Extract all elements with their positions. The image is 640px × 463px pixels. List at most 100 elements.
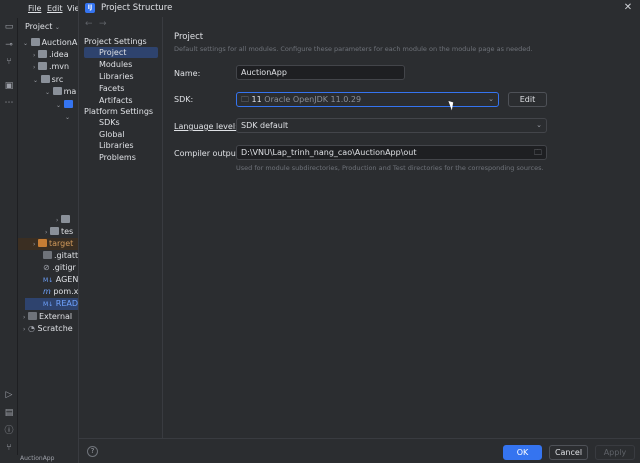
maven-icon: m	[43, 287, 51, 296]
nav-item-global-libraries[interactable]: Global Libraries	[84, 129, 158, 150]
tree-label: AuctionA	[41, 38, 78, 47]
folder-icon	[49, 227, 59, 235]
sdk-combobox[interactable]: 🗀 11 Oracle OpenJDK 11.0.29 ⌄	[236, 92, 499, 107]
folder-icon	[30, 38, 40, 46]
nav-item-libraries[interactable]: Libraries	[84, 71, 158, 82]
folder-icon	[37, 50, 47, 58]
folder-icon	[52, 87, 62, 95]
ok-button[interactable]: OK	[503, 445, 542, 460]
structure-tool-icon[interactable]: ▣	[4, 81, 14, 91]
markdown-icon: M↓	[43, 277, 54, 284]
tree-row-sub[interactable]: ⌄	[65, 111, 78, 123]
language-level-combobox[interactable]: SDK default ⌄	[236, 118, 547, 133]
project-structure-dialog: IJ Project Structure ✕ ← → Project Setti…	[78, 0, 640, 463]
tree-label: .idea	[48, 50, 69, 59]
tree-row-test[interactable]: › tes	[45, 226, 78, 238]
folder-icon: 🗀	[241, 95, 249, 104]
nav-item-artifacts[interactable]: Artifacts	[84, 95, 158, 106]
chevron-right-icon: ›	[33, 52, 36, 59]
tree-row-pom[interactable]: m pom.x	[43, 286, 78, 298]
chevron-down-icon: ⌄	[45, 89, 51, 96]
chevron-down-icon: ⌄	[33, 77, 39, 84]
tree-label: tes	[60, 227, 74, 236]
tree-row-mvn[interactable]: › .mvn	[33, 61, 78, 73]
status-bar-project[interactable]: AuctionApp	[20, 455, 54, 462]
language-level-value: SDK default	[241, 121, 289, 130]
section-title: Project	[174, 32, 204, 42]
pull-requests-icon[interactable]: ⑂	[4, 57, 14, 67]
chevron-right-icon: ›	[33, 64, 36, 71]
section-description: Default settings for all modules. Config…	[174, 45, 533, 53]
nav-item-problems[interactable]: Problems	[84, 152, 158, 163]
tree-label: Scratche	[37, 324, 73, 333]
close-icon[interactable]: ✕	[621, 1, 635, 15]
menu-edit[interactable]: Edit	[47, 4, 63, 13]
language-level-label: Language level:	[174, 122, 238, 131]
tree-row-gitattributes[interactable]: .gitatt	[43, 250, 78, 262]
tree-label: AGEN	[55, 275, 78, 284]
tree-row-target[interactable]: › target	[18, 238, 78, 250]
tree-label: pom.x	[53, 287, 78, 296]
ide-tool-strip: IJ ▭ ⊸ ⑂ ▣ ⋯ ▷ ▤ ⓘ ⑂	[0, 0, 18, 463]
chevron-down-icon: ⌄	[536, 121, 542, 129]
tree-row-gitignore[interactable]: ⊘ .gitigr	[43, 262, 78, 274]
more-tools-icon[interactable]: ⋯	[4, 98, 14, 108]
nav-item-modules[interactable]: Modules	[84, 59, 158, 70]
git-tool-icon[interactable]: ⑂	[4, 443, 14, 453]
scratch-icon: ◔	[27, 324, 35, 333]
chevron-right-icon: ›	[56, 217, 59, 224]
sdk-edit-button[interactable]: Edit	[508, 92, 547, 107]
tree-row-agents[interactable]: M↓ AGEN	[43, 274, 78, 286]
dialog-titlebar[interactable]: IJ Project Structure ✕	[79, 0, 640, 17]
tree-row-scratches[interactable]: › ◔ Scratche	[23, 323, 78, 335]
tree-row-main[interactable]: ⌄ ma	[45, 86, 78, 98]
chevron-right-icon: ›	[33, 241, 36, 248]
menu-file[interactable]: File	[28, 4, 41, 13]
terminal-tool-icon[interactable]: ▤	[4, 408, 14, 418]
project-tool-icon[interactable]: ▭	[4, 22, 14, 32]
project-selector-label: Project	[25, 22, 53, 31]
nav-item-sdks[interactable]: SDKs	[84, 117, 158, 128]
project-settings-header: Project Settings	[84, 37, 147, 46]
project-settings-panel: Project Default settings for all modules…	[164, 17, 640, 438]
back-arrow-icon[interactable]: ←	[85, 19, 93, 29]
settings-nav: ← → Project Settings Project Modules Lib…	[79, 17, 163, 438]
nav-item-project[interactable]: Project	[84, 47, 158, 58]
sdk-name: Oracle OpenJDK 11.0.29	[264, 95, 362, 104]
tree-label: .mvn	[48, 62, 70, 71]
tree-label: READ	[55, 299, 78, 308]
chevron-down-icon: ⌄	[23, 40, 29, 47]
apply-button[interactable]: Apply	[595, 445, 635, 460]
cancel-button[interactable]: Cancel	[549, 445, 588, 460]
forward-arrow-icon[interactable]: →	[99, 19, 107, 29]
commit-tool-icon[interactable]: ⊸	[4, 40, 14, 50]
tree-row-src[interactable]: ⌄ src	[33, 74, 78, 86]
nav-item-facets[interactable]: Facets	[84, 83, 158, 94]
file-icon	[43, 251, 52, 259]
project-selector[interactable]: Project ⌄	[25, 22, 60, 31]
tree-label: .gitatt	[54, 251, 78, 260]
tree-label: ma	[63, 87, 77, 96]
tree-row-root[interactable]: ⌄ AuctionA	[23, 37, 78, 49]
chevron-down-icon: ⌄	[488, 95, 494, 103]
run-tool-icon[interactable]: ▷	[4, 390, 14, 400]
name-label: Name:	[174, 69, 201, 78]
tree-row-java[interactable]: ⌄	[56, 99, 78, 111]
sdk-label: SDK:	[174, 95, 194, 104]
tree-row-readme[interactable]: M↓ READ	[25, 298, 78, 310]
browse-folder-icon[interactable]: 🗀	[534, 146, 542, 159]
tree-row-external[interactable]: › External	[23, 311, 78, 323]
chevron-right-icon: ›	[23, 314, 26, 321]
tree-row-idea[interactable]: › .idea	[33, 49, 78, 61]
compiler-output-input[interactable]: D:\VNU\Lap_trinh_nang_cao\AuctionApp\out…	[236, 145, 547, 160]
compiler-output-label: Compiler output:	[174, 149, 242, 158]
markdown-icon: M↓	[43, 301, 54, 308]
tree-row-resources[interactable]: ›	[56, 214, 78, 226]
problems-tool-icon[interactable]: ⓘ	[4, 426, 14, 436]
help-icon[interactable]: ?	[87, 446, 98, 457]
tree-label: .gitigr	[52, 263, 76, 272]
compiler-output-value: D:\VNU\Lap_trinh_nang_cao\AuctionApp\out	[241, 148, 417, 157]
platform-settings-header: Platform Settings	[84, 107, 154, 116]
name-input[interactable]: AuctionApp	[236, 65, 405, 80]
project-panel: Project ⌄ ⌄ AuctionA › .idea › .mvn ⌄ sr…	[18, 18, 78, 463]
